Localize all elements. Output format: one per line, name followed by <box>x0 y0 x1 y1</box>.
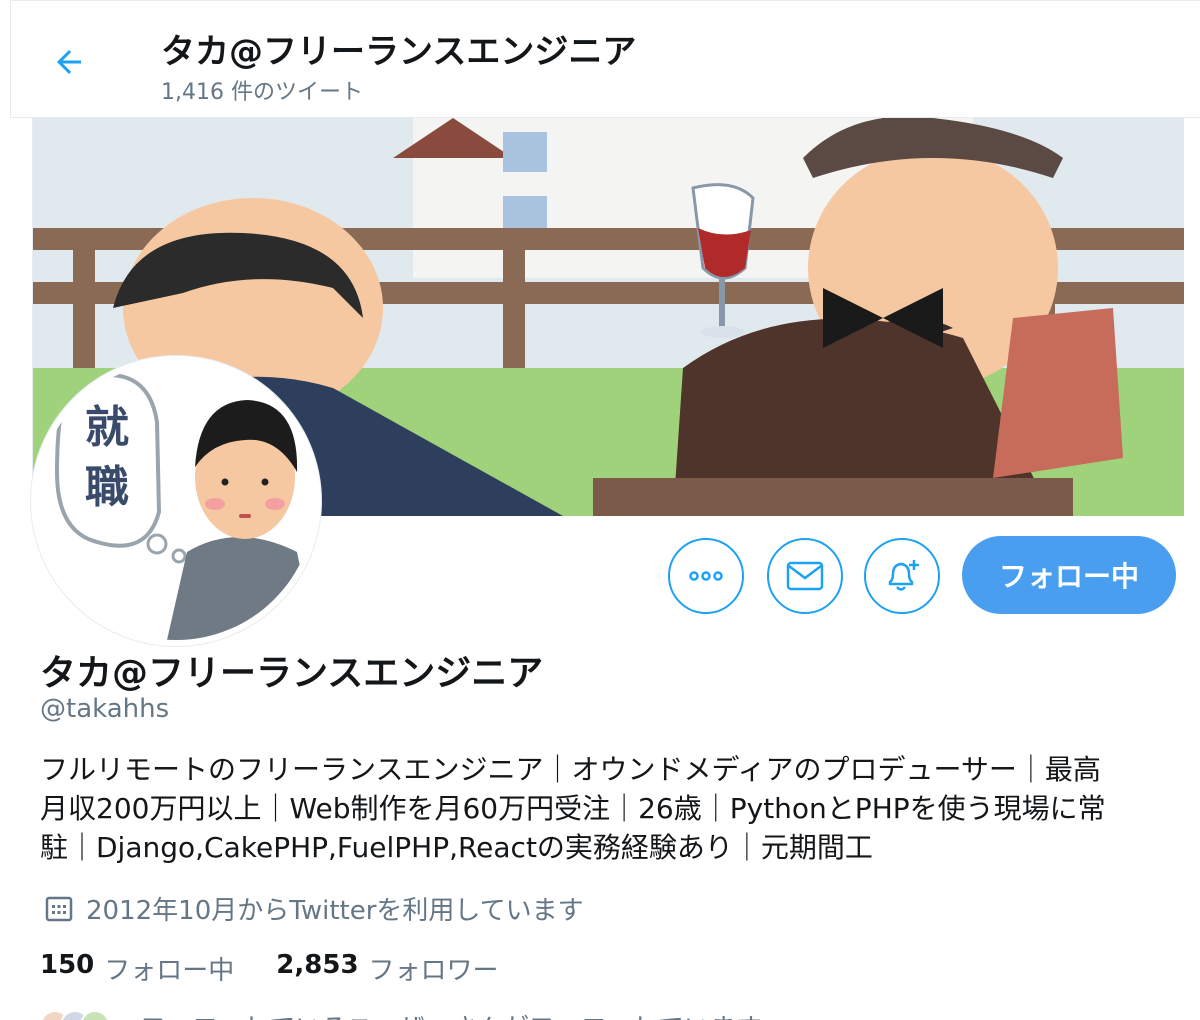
following-label: フォロー中 <box>104 956 235 986</box>
profile-page: タカ@フリーランスエンジニア 1,416 件のツイート 就 職 フォロー中 タカ… <box>0 0 1200 1020</box>
avatar-text-2: 職 <box>85 462 129 513</box>
mini-avatar <box>80 1010 110 1020</box>
profile-bio: フルリモートのフリーランスエンジニア｜オウンドメディアのプロデューサー｜最高 月… <box>40 750 1180 867</box>
following-stat[interactable]: 150 フォロー中 <box>40 950 234 987</box>
profile-header: タカ@フリーランスエンジニア 1,416 件のツイート <box>10 8 1200 118</box>
bio-line: フルリモートのフリーランスエンジニア｜オウンドメディアのプロデューサー｜最高 <box>40 753 1101 786</box>
calendar-icon <box>44 894 74 924</box>
notification-bell-icon <box>888 560 919 591</box>
header-title: タカ@フリーランスエンジニア <box>161 32 637 72</box>
bio-line: 月収200万円以上｜Web制作を月60万円受注｜26歳｜PythonとPHPを使… <box>40 792 1106 825</box>
following-count: 150 <box>40 950 95 980</box>
more-button[interactable] <box>668 538 744 614</box>
tweet-count: 1,416 件のツイート <box>161 80 363 105</box>
followers-you-know[interactable]: フォローしているユーザーさんがフォローしています <box>40 1008 1200 1020</box>
back-arrow-icon <box>57 50 81 74</box>
avatar-text-1: 就 <box>85 402 129 453</box>
mail-icon <box>786 561 824 591</box>
join-date: 2012年10月からTwitterを利用しています <box>44 890 584 927</box>
more-icon <box>689 571 723 581</box>
known-follower-avatars <box>40 1010 110 1020</box>
bio-line: 駐｜Django,CakePHP,FuelPHP,Reactの実務経験あり｜元期… <box>40 831 873 864</box>
message-button[interactable] <box>767 538 843 614</box>
profile-actions: フォロー中 <box>0 536 1200 616</box>
profile-handle: @takahhs <box>40 694 170 724</box>
join-date-text: 2012年10月からTwitterを利用しています <box>86 896 584 926</box>
notification-button[interactable] <box>864 538 940 614</box>
following-button[interactable]: フォロー中 <box>962 536 1176 614</box>
profile-stats: 150 フォロー中 2,853 フォロワー <box>40 950 541 987</box>
followers-stat[interactable]: 2,853 フォロワー <box>276 950 498 987</box>
known-followers-text: フォローしているユーザーさんがフォローしています <box>140 1008 762 1020</box>
profile-name: タカ@フリーランスエンジニア <box>40 653 544 694</box>
followers-count: 2,853 <box>276 950 359 980</box>
back-button[interactable] <box>45 38 93 86</box>
followers-label: フォロワー <box>368 956 499 986</box>
top-border <box>10 0 1200 8</box>
